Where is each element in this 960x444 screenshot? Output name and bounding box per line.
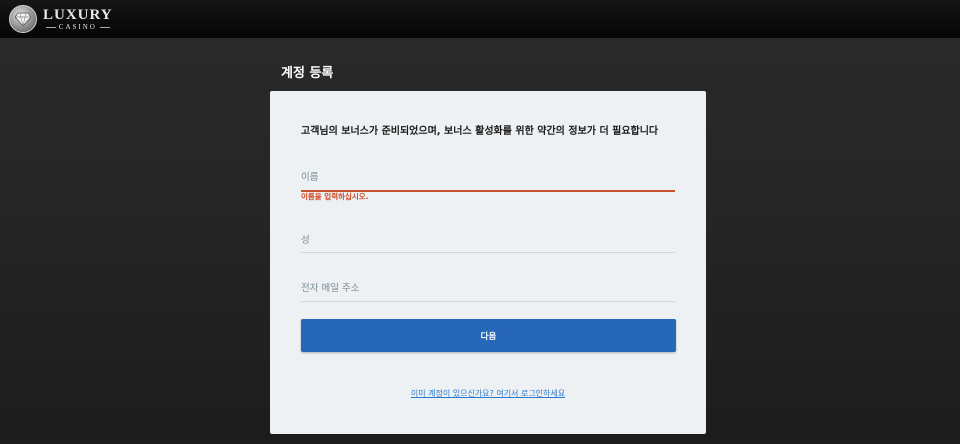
last-name-input[interactable] xyxy=(301,231,675,250)
top-bar: LUXURY CASINO xyxy=(0,0,960,38)
first-name-field xyxy=(301,165,675,192)
login-link[interactable]: 이미 계정이 있으신가요? 여기서 로그인하세요 xyxy=(411,389,565,398)
logo-rule-right xyxy=(99,26,110,28)
logo-main-text: LUXURY xyxy=(43,6,113,23)
logo-rule-left xyxy=(45,26,56,28)
email-underline xyxy=(301,300,675,302)
login-link-row: 이미 계정이 있으신가요? 여기서 로그인하세요 xyxy=(270,381,706,400)
form-title: 고객님의 보너스가 준비되었으며, 보너스 활성화를 위한 약간의 정보가 더 … xyxy=(301,126,659,137)
logo[interactable]: LUXURY CASINO xyxy=(9,4,113,34)
email-field xyxy=(301,276,675,302)
diamond-badge-icon xyxy=(9,5,37,33)
email-input[interactable] xyxy=(301,279,675,298)
page-title: 계정 등록 xyxy=(281,66,334,81)
last-name-field xyxy=(301,228,675,253)
next-button[interactable]: 다음 xyxy=(301,319,676,352)
logo-sub-text: CASINO xyxy=(58,22,97,31)
first-name-input[interactable] xyxy=(301,168,675,187)
first-name-error: 이름을 입력하십시오. xyxy=(301,192,369,201)
logo-sub-line: CASINO xyxy=(43,22,113,31)
last-name-underline xyxy=(301,251,675,253)
logo-wordmark: LUXURY CASINO xyxy=(43,6,113,31)
registration-card: 고객님의 보너스가 준비되었으며, 보너스 활성화를 위한 약간의 정보가 더 … xyxy=(270,91,706,434)
